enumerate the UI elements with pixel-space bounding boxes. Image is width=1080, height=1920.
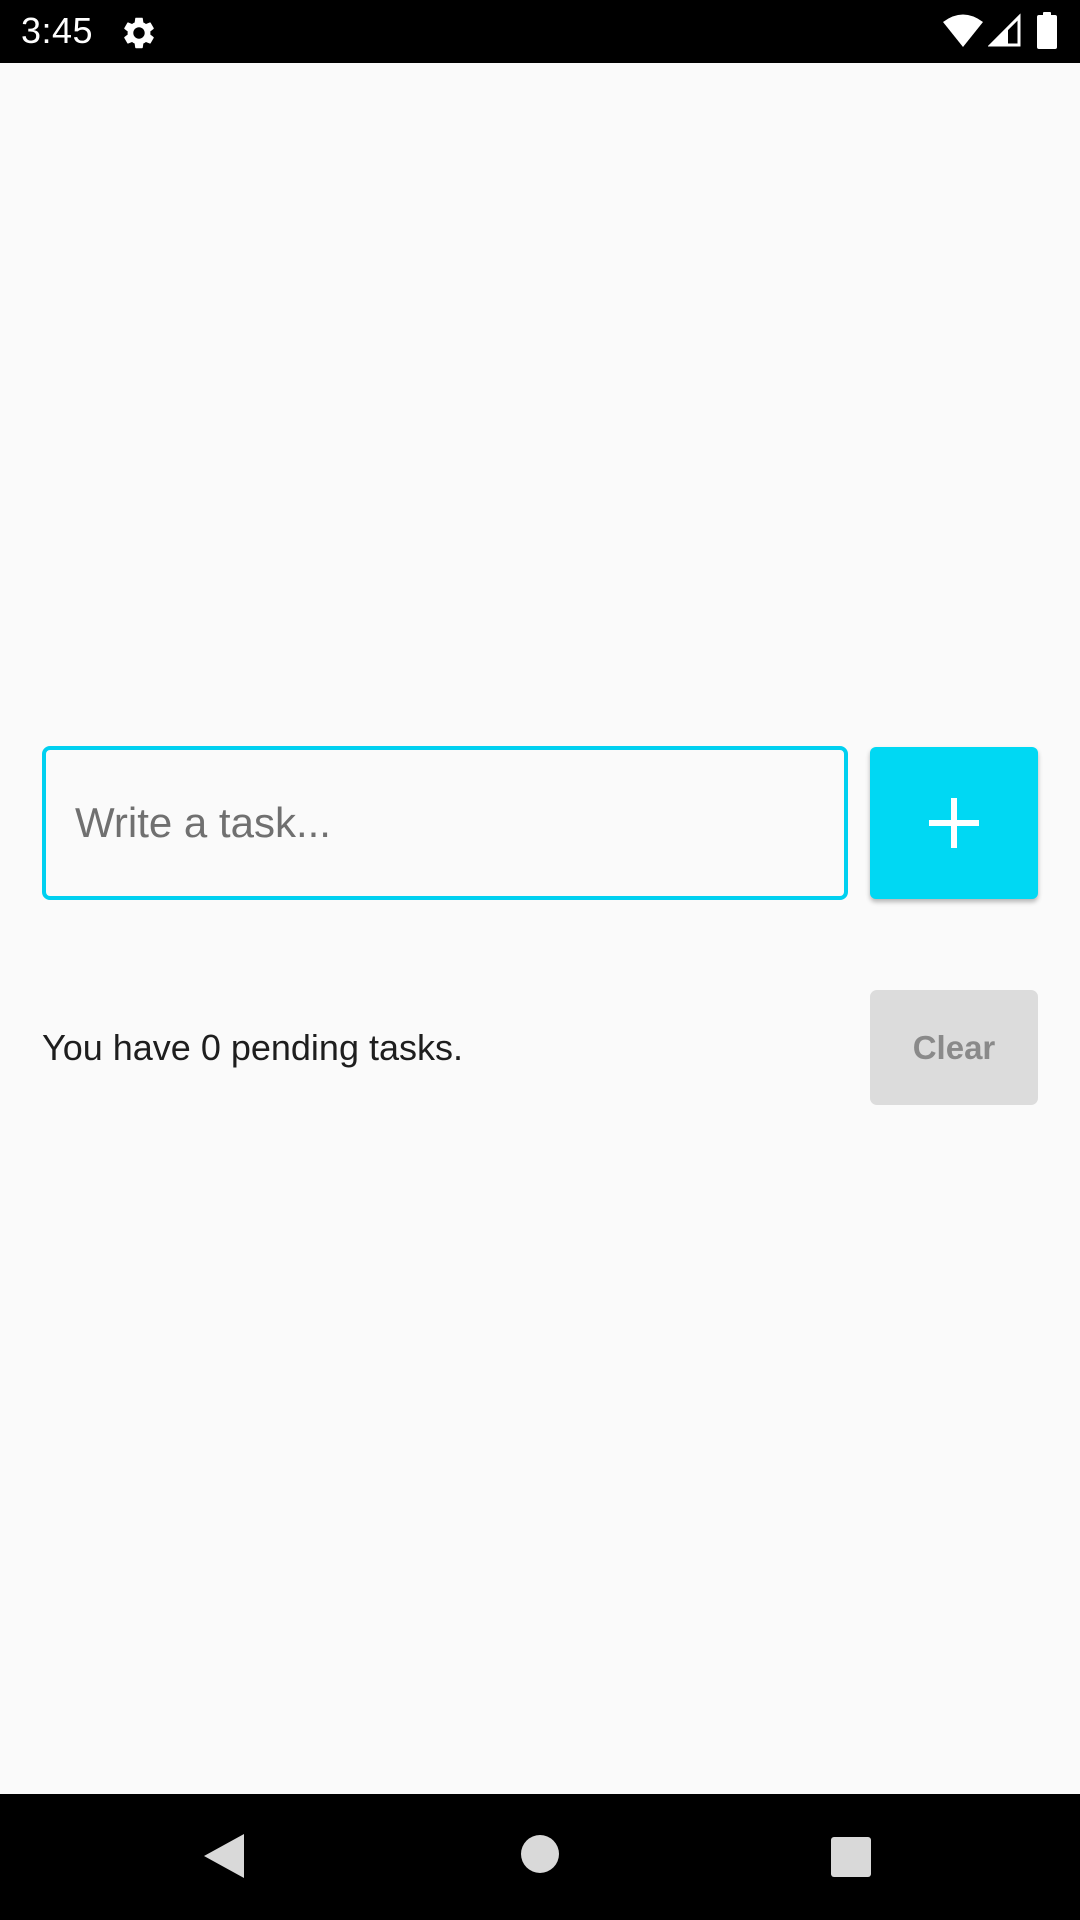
status-time: 3:45 (21, 10, 94, 51)
status-bar: 3:45 (0, 0, 1080, 63)
plus-icon (929, 798, 979, 848)
add-task-button[interactable] (870, 747, 1038, 899)
wifi-icon (943, 14, 983, 47)
navigation-bar (0, 1794, 1080, 1920)
clear-button[interactable]: Clear (870, 990, 1038, 1105)
recents-icon[interactable] (830, 1836, 872, 1878)
gear-icon (124, 17, 154, 49)
home-icon[interactable] (520, 1834, 560, 1874)
signal-icon (988, 13, 1021, 47)
pending-tasks-text: You have 0 pending tasks. (42, 1027, 463, 1068)
back-icon[interactable] (202, 1832, 246, 1880)
battery-icon (1037, 12, 1057, 49)
task-input[interactable] (42, 746, 848, 900)
